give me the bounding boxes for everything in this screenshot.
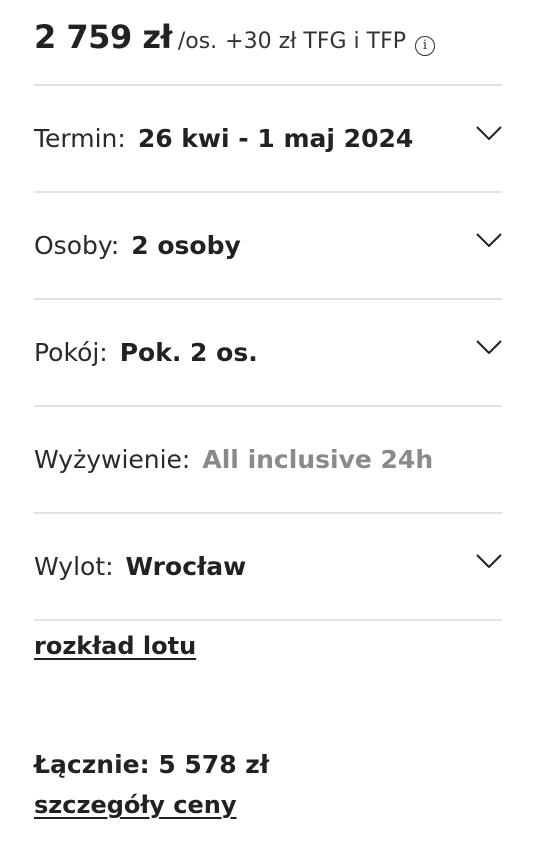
price-amount: 2 759 zł — [34, 18, 172, 56]
persons-value: 2 osoby — [131, 230, 241, 260]
term-value: 26 kwi - 1 maj 2024 — [137, 123, 414, 153]
persons-label: Osoby: — [34, 230, 120, 260]
price-extra-fees: +30 zł TFG i TFP — [225, 29, 406, 54]
chevron-down-icon[interactable] — [476, 340, 502, 354]
room-label: Pokój: — [34, 337, 108, 367]
price-header: 2 759 zł /os. +30 zł TFG i TFP i — [34, 18, 435, 62]
term-label: Termin: — [34, 123, 126, 153]
info-icon[interactable]: i — [414, 36, 435, 56]
departure-value: Wrocław — [125, 551, 247, 581]
room-selector[interactable]: Pokój: Pok. 2 os. — [34, 298, 502, 404]
chevron-down-icon[interactable] — [476, 233, 502, 247]
board-value: All inclusive 24h — [202, 444, 434, 474]
divider — [34, 619, 502, 621]
term-selector[interactable]: Termin: 26 kwi - 1 maj 2024 — [34, 84, 502, 190]
room-value: Pok. 2 os. — [119, 337, 258, 367]
price-details-link[interactable]: szczegóły ceny — [34, 791, 237, 819]
board-row: Wyżywienie: All inclusive 24h — [34, 405, 502, 511]
departure-label: Wylot: — [34, 551, 114, 581]
total-price: Łącznie: 5 578 zł — [34, 750, 270, 779]
chevron-down-icon[interactable] — [476, 554, 502, 568]
board-label: Wyżywienie: — [34, 444, 191, 474]
chevron-down-icon[interactable] — [476, 126, 502, 140]
persons-selector[interactable]: Osoby: 2 osoby — [34, 191, 502, 297]
price-per-person-unit: /os. — [177, 29, 218, 54]
departure-selector[interactable]: Wylot: Wrocław — [34, 512, 502, 618]
flight-schedule-link[interactable]: rozkład lotu — [34, 632, 196, 660]
